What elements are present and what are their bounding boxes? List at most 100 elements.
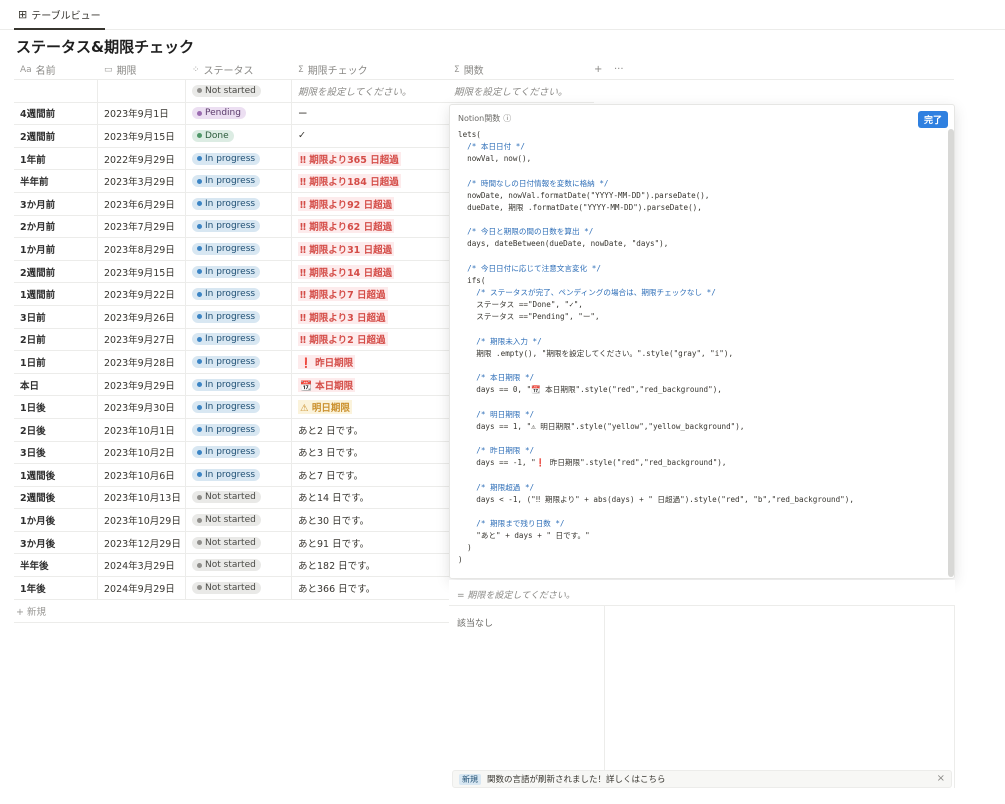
scrollbar[interactable] — [948, 129, 954, 577]
cell-status[interactable]: In progress — [186, 260, 292, 283]
cell-status[interactable]: In progress — [186, 396, 292, 418]
cell-name[interactable]: 2週間前 — [14, 260, 98, 283]
cell-deadline-check[interactable]: あと182 日です。 — [292, 554, 448, 576]
column-header-check[interactable]: Σ 期限チェック — [292, 60, 448, 79]
cell-status[interactable]: In progress — [186, 418, 292, 441]
cell-date[interactable]: 2023年10月2日 — [98, 441, 186, 464]
cell-date[interactable]: 2024年3月29日 — [98, 554, 186, 577]
cell-date[interactable]: 2023年8月29日 — [98, 238, 186, 260]
cell-date[interactable] — [98, 80, 186, 102]
cell-date[interactable]: 2023年10月6日 — [98, 464, 186, 486]
cell-name[interactable]: 1日前 — [14, 351, 98, 373]
cell-name[interactable]: 1年後 — [14, 577, 98, 599]
cell-deadline-check[interactable]: ‼ 期限より62 日超過 — [292, 216, 448, 238]
cell-date[interactable]: 2023年10月1日 — [98, 418, 186, 441]
cell-deadline-check[interactable]: ‼ 期限より92 日超過 — [292, 193, 448, 215]
cell-status[interactable]: In progress — [186, 373, 292, 396]
cell-deadline-check[interactable]: ⚠ 明日期限 — [292, 396, 448, 418]
cell-status[interactable]: In progress — [186, 351, 292, 373]
cell-deadline-check[interactable]: あと14 日です。 — [292, 487, 448, 509]
cell-status[interactable]: Pending — [186, 102, 292, 125]
cell-date[interactable]: 2023年10月13日 — [98, 486, 186, 509]
cell-name[interactable]: 3か月前 — [14, 192, 98, 215]
cell-deadline-check[interactable]: ‼ 期限より184 日超過 — [292, 170, 448, 192]
done-button[interactable]: 完了 — [917, 111, 948, 128]
cell-name[interactable]: 3日前 — [14, 305, 98, 328]
cell-name[interactable]: 1日後 — [14, 396, 98, 418]
cell-name[interactable]: 1か月前 — [14, 238, 98, 260]
cell-deadline-check[interactable]: 期限を設定してください。 — [292, 80, 448, 102]
cell-date[interactable]: 2023年9月22日 — [98, 283, 186, 305]
cell-status[interactable]: In progress — [186, 305, 292, 328]
cell-status[interactable]: In progress — [186, 441, 292, 464]
more-options-button[interactable]: ··· — [608, 60, 638, 79]
cell-date[interactable]: 2023年9月29日 — [98, 373, 186, 396]
cell-name[interactable]: 1か月後 — [14, 509, 98, 531]
cell-status[interactable]: In progress — [186, 192, 292, 215]
cell-status[interactable]: Not started — [186, 577, 292, 599]
new-row-button[interactable]: + 新規 — [16, 604, 46, 618]
tab-table-view[interactable]: ⊞ テーブルビュー — [14, 0, 105, 30]
cell-date[interactable]: 2023年7月29日 — [98, 215, 186, 238]
cell-deadline-check[interactable]: あと3 日です。 — [292, 442, 448, 464]
help-icon[interactable]: ⓘ — [503, 113, 511, 124]
cell-status[interactable]: Not started — [186, 80, 292, 102]
cell-status[interactable]: In progress — [186, 328, 292, 351]
cell-name[interactable]: 1週間後 — [14, 464, 98, 486]
cell-deadline-check[interactable]: ‼ 期限より7 日超過 — [292, 283, 448, 305]
cell-name[interactable]: 半年後 — [14, 554, 98, 577]
cell-date[interactable]: 2023年12月29日 — [98, 531, 186, 554]
formula-code-editor[interactable]: lets( /* 本日日付 */ nowVal, now(), /* 時間なしの… — [458, 129, 946, 567]
cell-date[interactable]: 2023年9月15日 — [98, 125, 186, 147]
table-row[interactable]: Not started 期限を設定してください。 期限を設定してください。 — [14, 80, 594, 103]
column-header-date[interactable]: ▭ 期限 — [98, 60, 186, 79]
cell-status[interactable]: Not started — [186, 509, 292, 531]
cell-status[interactable]: In progress — [186, 464, 292, 486]
cell-date[interactable]: 2023年3月29日 — [98, 170, 186, 192]
cell-status[interactable]: In progress — [186, 170, 292, 192]
cell-name[interactable] — [14, 80, 98, 102]
cell-deadline-check[interactable]: あと7 日です。 — [292, 464, 448, 486]
cell-deadline-check[interactable]: 📆 本日期限 — [292, 374, 448, 396]
cell-deadline-check[interactable]: あと91 日です。 — [292, 532, 448, 554]
cell-date[interactable]: 2023年9月30日 — [98, 396, 186, 418]
cell-name[interactable]: 3か月後 — [14, 531, 98, 554]
column-header-status[interactable]: ⁘ ステータス — [186, 60, 292, 79]
cell-date[interactable]: 2022年9月29日 — [98, 147, 186, 170]
cell-status[interactable]: In progress — [186, 238, 292, 260]
cell-name[interactable]: 2日後 — [14, 418, 98, 441]
cell-name[interactable]: 半年前 — [14, 170, 98, 192]
cell-status[interactable]: In progress — [186, 283, 292, 305]
cell-deadline-check[interactable]: ‼ 期限より14 日超過 — [292, 261, 448, 283]
cell-name[interactable]: 1年前 — [14, 147, 98, 170]
cell-date[interactable]: 2023年9月15日 — [98, 260, 186, 283]
cell-name[interactable]: 4週間前 — [14, 102, 98, 125]
cell-status[interactable]: Not started — [186, 531, 292, 554]
close-icon[interactable]: × — [937, 773, 945, 784]
cell-name[interactable]: 2週間前 — [14, 125, 98, 147]
cell-name[interactable]: 1週間前 — [14, 283, 98, 305]
cell-deadline-check[interactable]: ❗ 昨日期限 — [292, 351, 448, 373]
cell-name[interactable]: 3日後 — [14, 441, 98, 464]
cell-function[interactable]: 期限を設定してください。 — [448, 80, 588, 102]
cell-deadline-check[interactable]: あと366 日です。 — [292, 577, 448, 599]
update-notice[interactable]: 新規 関数の言語が刷新されました！詳しくはこちら × — [452, 770, 952, 788]
cell-name[interactable]: 2週間後 — [14, 486, 98, 509]
cell-status[interactable]: Done — [186, 125, 292, 147]
cell-status[interactable]: In progress — [186, 147, 292, 170]
cell-name[interactable]: 2日前 — [14, 328, 98, 351]
cell-status[interactable]: Not started — [186, 486, 292, 509]
cell-date[interactable]: 2023年10月29日 — [98, 509, 186, 531]
cell-name[interactable]: 本日 — [14, 373, 98, 396]
cell-date[interactable]: 2024年9月29日 — [98, 577, 186, 599]
cell-deadline-check[interactable]: ‼ 期限より3 日超過 — [292, 306, 448, 328]
column-header-name[interactable]: Aa 名前 — [14, 60, 98, 79]
add-column-button[interactable]: + — [588, 60, 608, 79]
cell-deadline-check[interactable]: ✓ — [292, 125, 448, 147]
cell-date[interactable]: 2023年9月26日 — [98, 305, 186, 328]
cell-deadline-check[interactable]: ー — [292, 103, 448, 125]
cell-deadline-check[interactable]: ‼ 期限より365 日超過 — [292, 148, 448, 170]
column-header-func[interactable]: Σ 関数 — [448, 60, 588, 79]
cell-date[interactable]: 2023年6月29日 — [98, 192, 186, 215]
cell-date[interactable]: 2023年9月1日 — [98, 102, 186, 125]
